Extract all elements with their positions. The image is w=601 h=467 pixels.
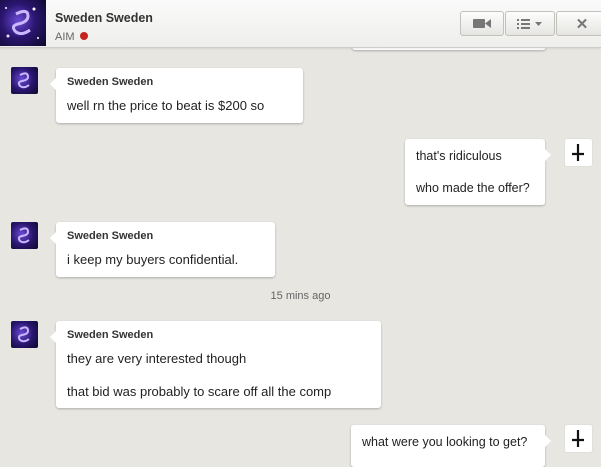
message-text: well rn the price to beat is $200 so	[67, 98, 265, 113]
contact-avatar[interactable]	[0, 0, 46, 46]
message-bubble-incoming: Sweden Sweden they are very interested t…	[50, 321, 381, 408]
contact-avatar-small[interactable]	[11, 67, 38, 94]
video-call-button[interactable]	[460, 11, 504, 36]
menu-list-icon	[517, 18, 542, 29]
close-icon: ✕	[575, 15, 589, 33]
message-text: that bid was probably to scare off all t…	[67, 384, 332, 399]
message-bubble-outgoing: what were you looking to get?	[351, 425, 551, 467]
video-icon	[473, 19, 491, 28]
message-timestamp: 15 mins ago	[270, 290, 331, 302]
contact-name: Sweden Sweden	[55, 11, 153, 25]
menu-button[interactable]	[505, 11, 555, 36]
message-bubble-incoming: Sweden Sweden i keep my buyers confident…	[50, 222, 275, 277]
contact-avatar-small[interactable]	[11, 321, 38, 348]
message-sender: Sweden Sweden	[67, 230, 154, 242]
message-text: that's ridiculous	[416, 149, 502, 163]
chat-header: Sweden Sweden AIM ✕	[0, 0, 601, 48]
message-text: i keep my buyers confidential.	[67, 252, 239, 267]
message-text: who made the offer?	[416, 181, 530, 195]
contact-avatar-small[interactable]	[11, 222, 38, 249]
status-indicator	[80, 32, 88, 40]
message-text: they are very interested though	[67, 351, 247, 366]
message-bubble-outgoing: that's ridiculous who made the offer?	[405, 139, 551, 205]
close-button[interactable]: ✕	[556, 11, 601, 36]
self-avatar[interactable]	[565, 139, 592, 166]
message-text: what were you looking to get?	[362, 435, 528, 449]
message-bubble-incoming: Sweden Sweden well rn the price to beat …	[50, 68, 303, 123]
service-label: AIM	[55, 31, 75, 43]
self-avatar[interactable]	[565, 425, 592, 452]
message-sender: Sweden Sweden	[67, 76, 154, 88]
message-sender: Sweden Sweden	[67, 329, 154, 341]
